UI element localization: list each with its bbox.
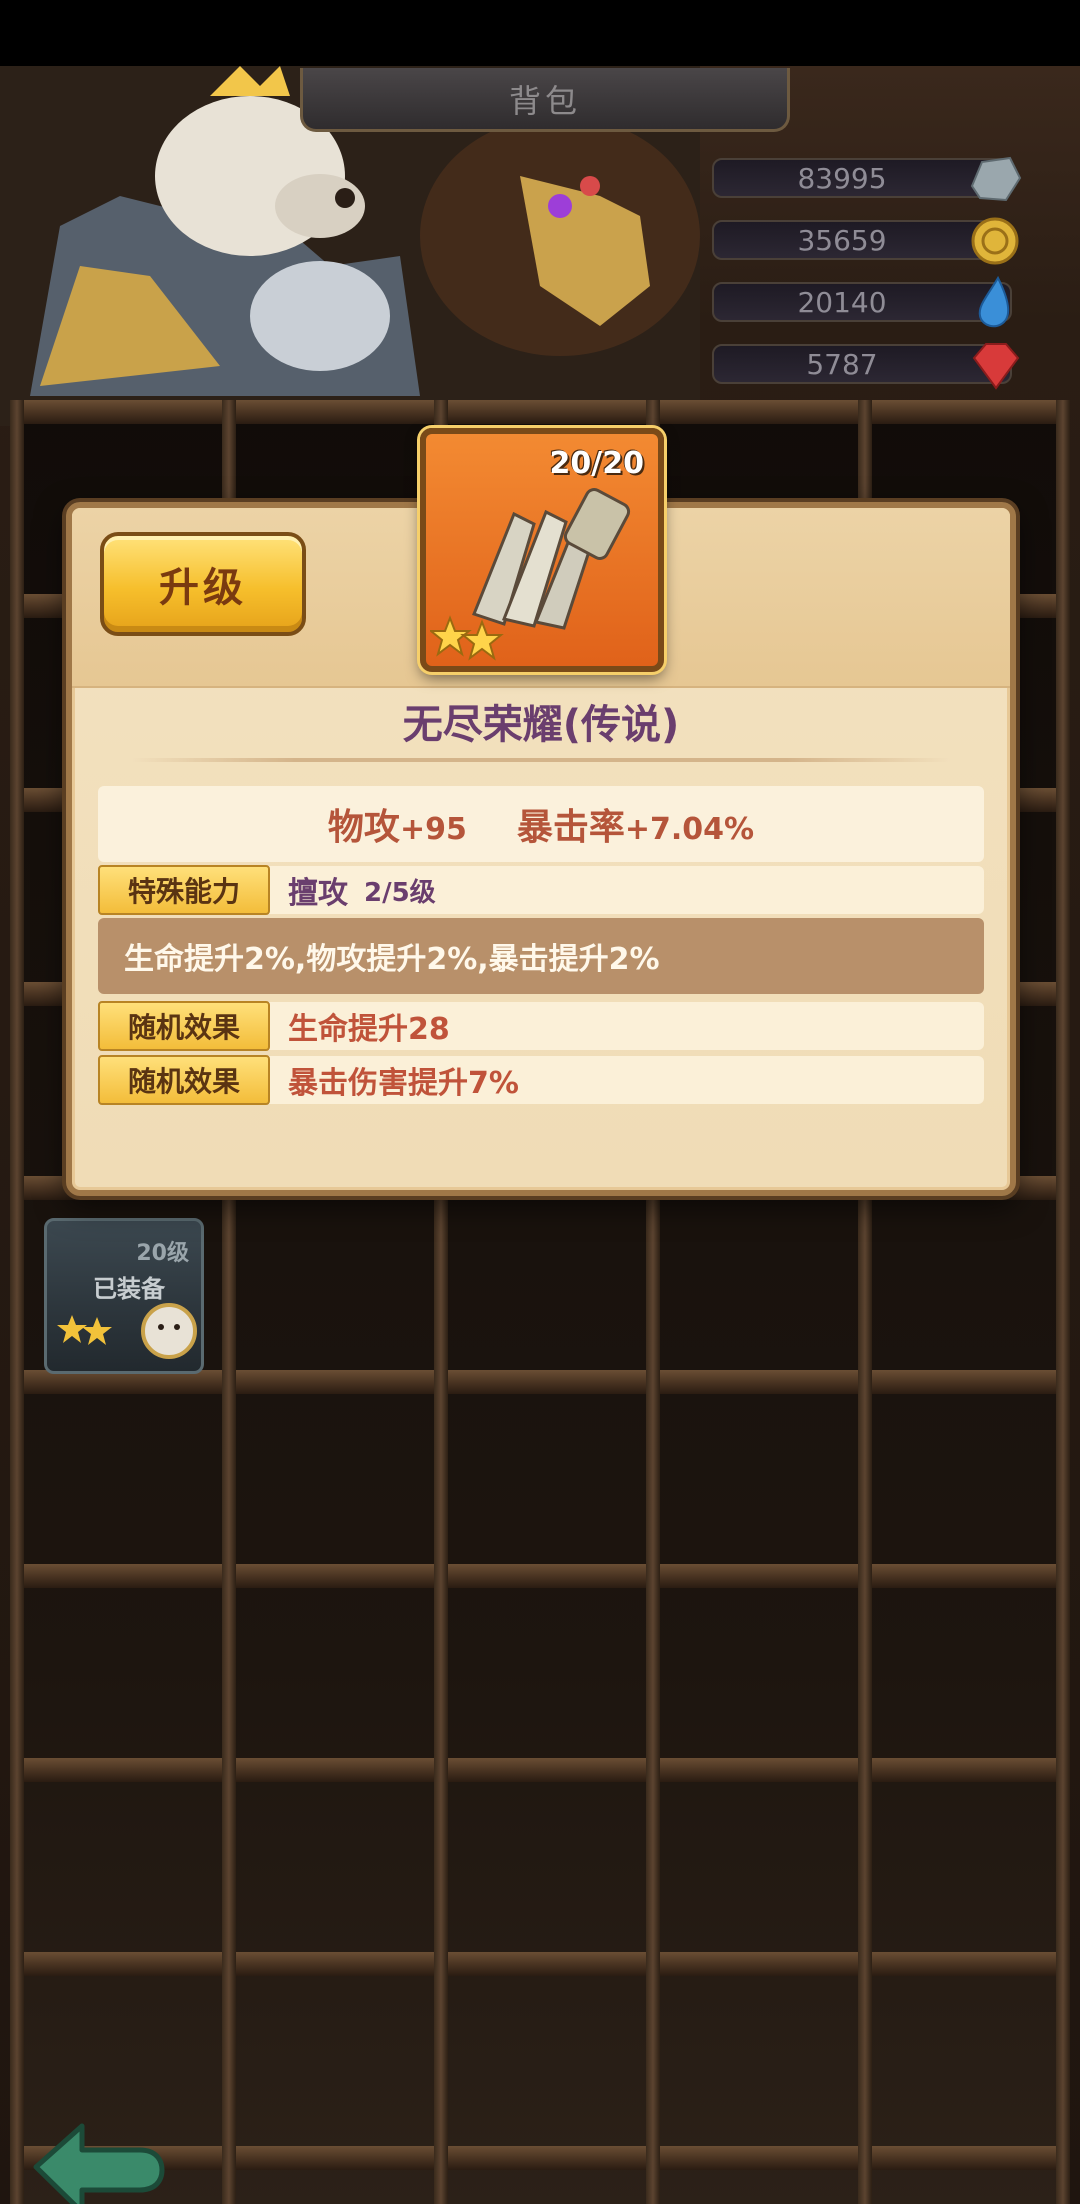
red-gem-icon: [972, 343, 1020, 390]
currency-gold: 35659: [712, 217, 1019, 265]
item-name: 无尽荣耀(传说): [402, 702, 680, 748]
status-bar: [0, 0, 1080, 66]
currency-gem: 5787: [712, 343, 1020, 390]
equipped-item-level: 20级: [136, 1241, 189, 1266]
random-effect-row: 随机效果 生命提升28: [98, 1001, 984, 1051]
upgrade-button[interactable]: 升级: [100, 532, 306, 636]
special-ability-row: 特殊能力 擅攻 2/5级: [98, 865, 984, 915]
random-effect-row: 随机效果 暴击伤害提升7%: [98, 1055, 984, 1105]
stat-crit-rate: 暴击率+7.04%: [516, 807, 755, 848]
inventory-scene: 背包 83995 35659 20140 5787 20级 已装备 升级 20/…: [0, 66, 1080, 2204]
special-ability-description: 生命提升2%,物攻提升2%,暴击提升2%: [98, 918, 984, 994]
bear-avatar-icon: [141, 1303, 197, 1359]
special-ability-label: 特殊能力: [98, 865, 270, 915]
random-effect-label: 随机效果: [98, 1055, 270, 1105]
water-drop-icon: [978, 275, 1010, 328]
stat-physical-attack: 物攻+95: [327, 807, 467, 848]
base-stats-row: 物攻+95 暴击率+7.04%: [98, 786, 984, 862]
currency-water: 20140: [712, 275, 1012, 328]
random-effect-label: 随机效果: [98, 1001, 270, 1051]
star-rating-icon: [57, 1315, 112, 1345]
item-detail-panel: 升级 20/20 无尽荣耀(传说) 物攻+95 暴击率+7.04% 特殊能力 擅…: [66, 428, 1016, 1196]
name-divider: [132, 758, 950, 762]
back-arrow-icon[interactable]: [28, 2112, 168, 2204]
equipped-tag: 已装备: [93, 1275, 165, 1303]
special-ability-name: 擅攻: [288, 876, 348, 911]
special-ability-level: 2/5级: [364, 877, 436, 908]
currency-gem-value: 5787: [806, 347, 878, 381]
random-effect-value: 暴击伤害提升7%: [288, 1066, 519, 1101]
currency-stone: 83995: [712, 156, 1022, 202]
random-effect-value: 生命提升28: [288, 1012, 450, 1047]
claw-gauntlet-icon: [472, 488, 631, 630]
star-rating-icon: [430, 615, 504, 661]
stone-icon: [970, 156, 1022, 202]
currency-stone-value: 83995: [797, 161, 887, 195]
currency-water-value: 20140: [797, 285, 887, 319]
currency-gold-value: 35659: [797, 223, 887, 257]
equipped-item-slot[interactable]: 20级 已装备: [44, 1218, 204, 1374]
item-icon-frame[interactable]: 20/20: [420, 428, 664, 672]
page-title: 背包: [300, 68, 790, 132]
gold-coin-icon: [971, 217, 1019, 265]
item-count: 20/20: [549, 446, 644, 481]
